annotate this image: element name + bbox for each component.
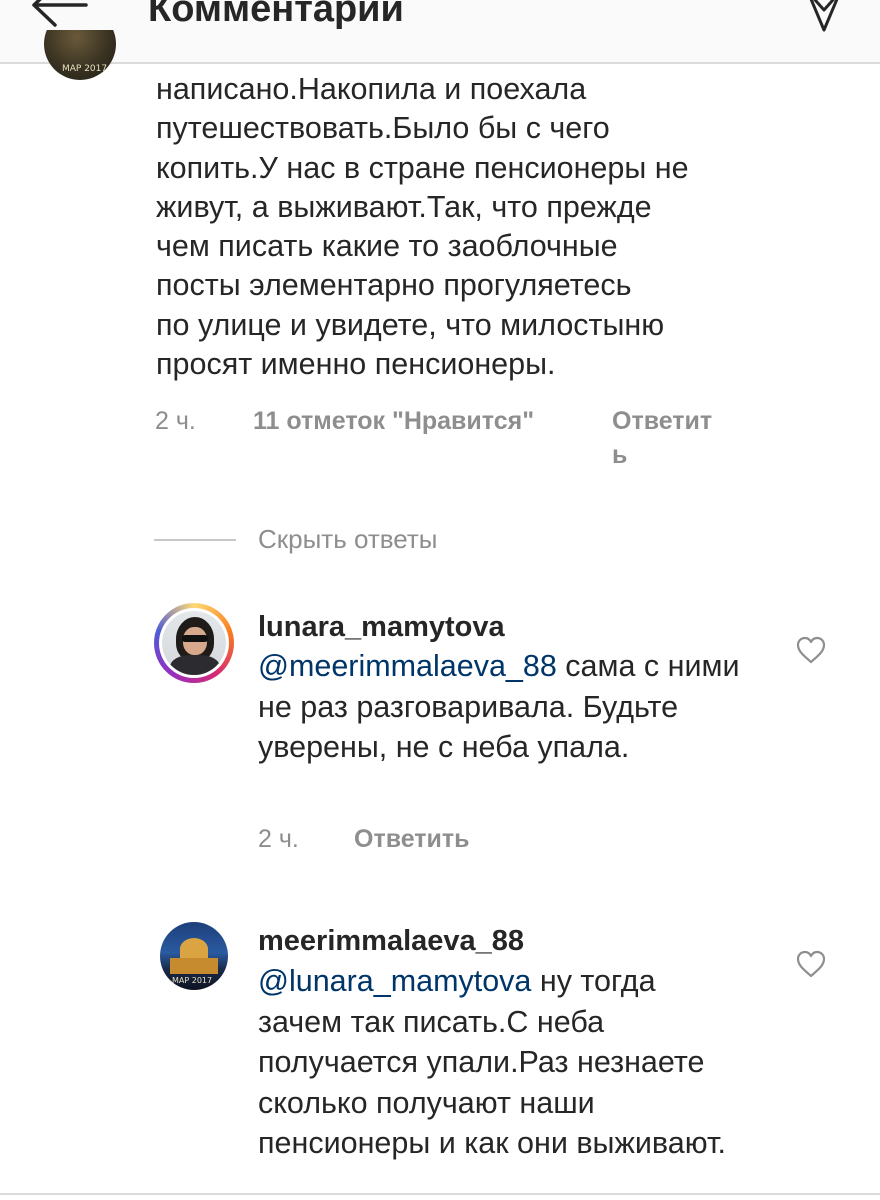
reply-text: @lunara_mamytova ну тогда зачем так писа…: [258, 961, 728, 1164]
back-arrow-icon[interactable]: [28, 0, 90, 28]
mention-link[interactable]: @meerimmalaeva_88: [258, 649, 557, 683]
divider: [154, 539, 236, 541]
hide-replies-button[interactable]: Скрыть ответы: [258, 522, 438, 556]
bottom-divider: [0, 1193, 880, 1195]
reply-username[interactable]: meerimmalaeva_88: [258, 922, 524, 960]
likes-count[interactable]: 11 отметок "Нравится": [253, 404, 534, 438]
avatar-meerim[interactable]: МАР 2017: [160, 922, 228, 990]
send-icon[interactable]: [804, 0, 844, 34]
reply-button[interactable]: Ответить: [612, 404, 722, 472]
reply-username[interactable]: lunara_mamytova: [258, 608, 505, 646]
commenter-avatar[interactable]: МАР 2017: [44, 30, 116, 80]
avatar-caption: МАР 2017: [62, 64, 108, 74]
like-heart-icon[interactable]: [796, 636, 826, 664]
avatar-caption: МАР 2017: [172, 976, 213, 985]
comment-text: написано.Накопила и поехала путешествова…: [156, 72, 689, 382]
reply-time: 2 ч.: [258, 825, 299, 853]
reply-button[interactable]: Ответить: [354, 822, 470, 856]
comment-time: 2 ч.: [155, 407, 196, 435]
avatar-lunara[interactable]: [154, 603, 234, 683]
mention-link[interactable]: @lunara_mamytova: [258, 964, 531, 998]
top-bar: Комментарии: [0, 0, 880, 64]
reply-text: @meerimmalaeva_88 сама с ними не раз раз…: [258, 646, 778, 768]
page-title: Комментарии: [148, 0, 404, 30]
like-heart-icon[interactable]: [796, 950, 826, 978]
